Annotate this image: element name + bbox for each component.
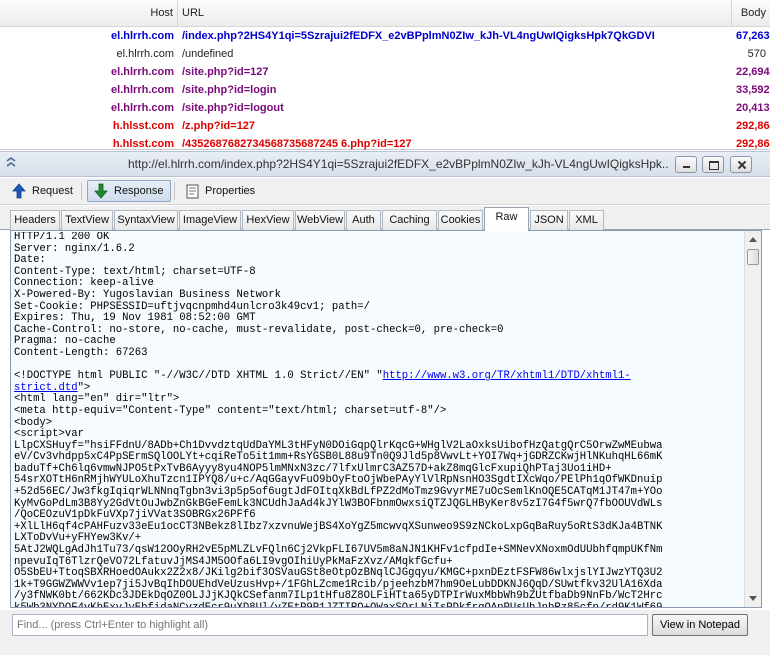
- cell-host: el.hlrrh.com: [111, 30, 174, 42]
- properties-label: Properties: [205, 185, 256, 197]
- vertical-scrollbar[interactable]: [744, 231, 761, 607]
- raw-line: HTTP/1.1 200 OK: [14, 232, 110, 243]
- cell-url: /index.php?2HS4Y1qi=5Szrajui2fEDFX_e2vBP…: [182, 30, 655, 42]
- raw-line: <body>: [14, 416, 53, 429]
- down-arrow-icon: [94, 183, 108, 199]
- tab-json[interactable]: JSON: [530, 210, 568, 230]
- inspector-title: http://el.hlrrh.com/index.php?2HS4Y1qi=5…: [128, 157, 668, 171]
- cell-body: 22,694: [736, 66, 770, 78]
- table-row[interactable]: el.hlrrh.com/index.php?2HS4Y1qi=5Szrajui…: [0, 27, 770, 45]
- raw-line: +52d56EC/Jw3fkgIqiqrWLNNnqTgbn3vi3p5p5of…: [14, 486, 663, 499]
- tab-syntaxview[interactable]: SyntaxView: [114, 210, 178, 230]
- cell-host: el.hlrrh.com: [111, 66, 174, 78]
- cell-host: el.hlrrh.com: [116, 48, 174, 60]
- raw-line: Content-Length: 67263: [14, 346, 148, 359]
- cell-body: 570: [747, 48, 766, 60]
- raw-line: Cache-Control: no-store, no-cache, must-…: [14, 323, 504, 336]
- cell-host: h.hlsst.com: [112, 120, 174, 132]
- separator: [81, 182, 82, 200]
- properties-button[interactable]: Properties: [180, 180, 261, 202]
- scroll-down-icon[interactable]: [749, 596, 757, 601]
- session-rows: el.hlrrh.com/index.php?2HS4Y1qi=5Szrajui…: [0, 27, 770, 153]
- raw-line: Server: nginx/1.6.2: [14, 242, 135, 255]
- cell-url: /site.php?id=logout: [182, 102, 284, 114]
- tab-hexview[interactable]: HexView: [242, 210, 294, 230]
- raw-line: 5AtJ2WQLgAdJh1Tu73/qsW12OOyRH2vE5pMLZLvF…: [14, 544, 663, 557]
- session-list-header: Host URL Body: [0, 0, 770, 27]
- inspector-titlebar: http://el.hlrrh.com/index.php?2HS4Y1qi=5…: [0, 151, 770, 177]
- table-row[interactable]: h.hlsst.com/z.php?id=127 292,864: [0, 117, 770, 135]
- cell-body: 20,413: [736, 102, 770, 114]
- tab-imageview[interactable]: ImageView: [179, 210, 241, 230]
- raw-text[interactable]: HTTP/1.1 200 OK Server: nginx/1.6.2 Date: C…: [14, 232, 734, 608]
- raw-line: k5Wb3NYDOF4vKbExyJyEbfidaNCvzdEcr9uXD8Ul…: [14, 602, 663, 608]
- inspector-mode-bar: Request Response Properties: [0, 178, 770, 205]
- close-button[interactable]: [730, 156, 752, 173]
- properties-icon: [186, 184, 199, 198]
- request-button[interactable]: Request: [6, 180, 79, 202]
- column-header-host[interactable]: Host: [0, 0, 178, 26]
- table-row[interactable]: el.hlrrh.com/site.php?id=login 33,592: [0, 81, 770, 99]
- doctype-text: <!DOCTYPE html PUBLIC "-//W3C//DTD XHTML…: [14, 370, 383, 383]
- raw-line: <!DOCTYPE html PUBLIC "-//W3C//DTD XHTML…: [14, 370, 734, 383]
- table-row[interactable]: el.hlrrh.com/site.php?id=127 22,694: [0, 63, 770, 81]
- tab-raw[interactable]: Raw: [484, 207, 529, 231]
- session-list: Host URL Body el.hlrrh.com/index.php?2HS…: [0, 0, 770, 150]
- minimize-button[interactable]: [675, 156, 697, 173]
- response-label: Response: [114, 185, 164, 197]
- response-button[interactable]: Response: [87, 180, 171, 202]
- raw-line: <meta http-equiv="Content-Type" content=…: [14, 404, 447, 417]
- cell-host: el.hlrrh.com: [111, 102, 174, 114]
- view-in-notepad-button[interactable]: View in Notepad: [652, 614, 748, 636]
- tab-auth[interactable]: Auth: [346, 210, 381, 230]
- find-bar: View in Notepad: [0, 610, 770, 655]
- table-row[interactable]: el.hlrrh.com/site.php?id=logout 20,413: [0, 99, 770, 117]
- raw-view[interactable]: HTTP/1.1 200 OK Server: nginx/1.6.2 Date: C…: [10, 230, 762, 608]
- cell-body: 67,263: [736, 30, 770, 42]
- collapse-chevron-icon[interactable]: [4, 157, 18, 171]
- request-label: Request: [32, 185, 73, 197]
- cell-url: /site.php?id=127: [182, 66, 269, 78]
- column-header-body[interactable]: Body: [732, 0, 770, 26]
- cell-host: el.hlrrh.com: [111, 84, 174, 96]
- doctype-close: ">: [77, 381, 91, 394]
- cell-url: /z.php?id=127: [182, 120, 256, 132]
- raw-line: <script>var: [14, 428, 84, 441]
- scroll-thumb[interactable]: [747, 249, 759, 265]
- tab-textview[interactable]: TextView: [61, 210, 113, 230]
- tab-xml[interactable]: XML: [569, 210, 604, 230]
- tab-webview[interactable]: WebView: [295, 210, 345, 230]
- dtd-link[interactable]: http://www.w3.org/TR/xhtml1/DTD/xhtml1-: [383, 370, 631, 382]
- tab-cookies[interactable]: Cookies: [438, 210, 483, 230]
- cell-url: /undefined: [182, 48, 234, 60]
- raw-line: Expires: Thu, 19 Nov 1981 08:52:00 GMT: [14, 312, 256, 325]
- tab-headers[interactable]: Headers: [10, 210, 60, 230]
- cell-body: 292,864: [736, 120, 770, 132]
- up-arrow-icon: [12, 183, 26, 199]
- cell-body: 33,592: [736, 84, 770, 96]
- tab-caching[interactable]: Caching: [382, 210, 437, 230]
- dtd-link-continued[interactable]: strict.dtd: [14, 382, 78, 394]
- find-input[interactable]: [12, 614, 648, 636]
- column-header-url[interactable]: URL: [178, 0, 732, 26]
- table-row[interactable]: el.hlrrh.com/undefined 570: [0, 45, 770, 63]
- inspector-tabs: Headers TextView SyntaxView ImageView HexVie…: [0, 206, 770, 231]
- cell-url: /site.php?id=login: [182, 84, 277, 96]
- separator: [174, 182, 175, 200]
- maximize-button[interactable]: [702, 156, 724, 173]
- scroll-up-icon[interactable]: [749, 237, 757, 242]
- raw-line: X-Powered-By: Yugoslavian Business Netwo…: [14, 288, 282, 301]
